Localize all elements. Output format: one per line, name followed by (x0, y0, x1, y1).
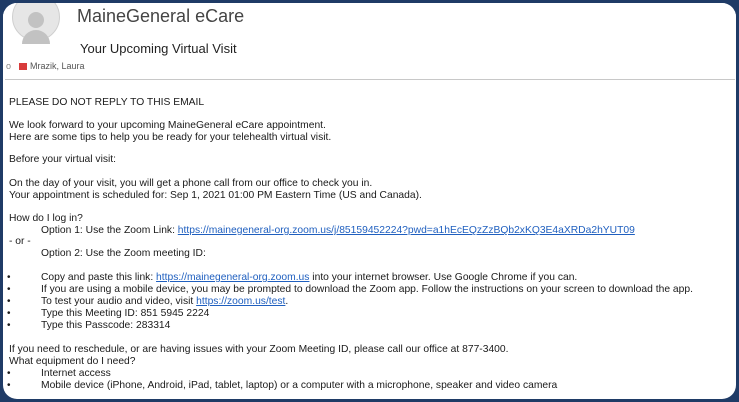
zoom-site-link[interactable]: https://mainegeneral-org.zoom.us (156, 272, 309, 283)
bullet-6: • (7, 368, 11, 379)
bullet-2: • (7, 284, 11, 295)
equipment-device: Mobile device (iPhone, Android, iPad, ta… (41, 380, 558, 391)
sender-avatar (12, 3, 60, 44)
bullet-5: • (7, 320, 11, 331)
zoom-test-link[interactable]: https://zoom.us/test (196, 296, 285, 307)
before-visit-heading: Before your virtual visit: (9, 154, 117, 165)
bullet-1: • (7, 272, 11, 283)
or-separator: - or - (9, 236, 31, 247)
side-mark: o (6, 61, 12, 71)
sender-name: MaineGeneral eCare (77, 6, 245, 26)
email-body: PLEASE DO NOT REPLY TO THIS EMAIL We loo… (5, 79, 735, 399)
option-1-text: Option 1: Use the Zoom Link: (41, 225, 178, 236)
email-subject: Your Upcoming Virtual Visit (80, 41, 237, 56)
recipient-name[interactable]: Mrazik, Laura (30, 61, 85, 71)
option-1-line: Option 1: Use the Zoom Link: https://mai… (41, 225, 635, 236)
no-reply-notice: PLEASE DO NOT REPLY TO THIS EMAIL (9, 97, 205, 108)
bullet-3: • (7, 296, 11, 307)
option-2-text: Option 2: Use the Zoom meeting ID: (41, 248, 206, 259)
equipment-question: What equipment do I need? (9, 356, 136, 367)
b1-pre: Copy and paste this link: (41, 272, 157, 283)
test-audio-instruction: To test your audio and video, visit http… (41, 296, 288, 307)
intro-line-1: We look forward to your upcoming MaineGe… (9, 120, 326, 131)
zoom-meeting-link[interactable]: https://mainegeneral-org.zoom.us/j/85159… (178, 225, 635, 236)
bullet-4: • (7, 308, 11, 319)
b3-post: . (285, 296, 289, 307)
b1-post: into your internet browser. Use Google C… (309, 272, 578, 283)
recipient-flag-icon (19, 63, 27, 70)
passcode-text: Type this Passcode: 283314 (41, 320, 171, 331)
login-question: How do I log in? (9, 213, 83, 224)
equipment-internet: Internet access (41, 368, 111, 379)
reschedule-text: If you need to reschedule, or are having… (9, 344, 509, 355)
day-of-visit-text: On the day of your visit, you will get a… (9, 178, 373, 189)
appointment-schedule: Your appointment is scheduled for: Sep 1… (9, 190, 422, 201)
copy-link-instruction: Copy and paste this link: https://maineg… (41, 272, 577, 283)
mobile-device-instruction: If you are using a mobile device, you ma… (41, 284, 693, 295)
email-window: MaineGeneral eCare Your Upcoming Virtual… (3, 3, 736, 399)
intro-line-2: Here are some tips to help you be ready … (9, 132, 332, 143)
email-header: MaineGeneral eCare Your Upcoming Virtual… (3, 3, 736, 73)
b3-pre: To test your audio and video, visit (41, 296, 197, 307)
meeting-id-text: Type this Meeting ID: 851 5945 2224 (41, 308, 210, 319)
bullet-7: • (7, 380, 11, 391)
